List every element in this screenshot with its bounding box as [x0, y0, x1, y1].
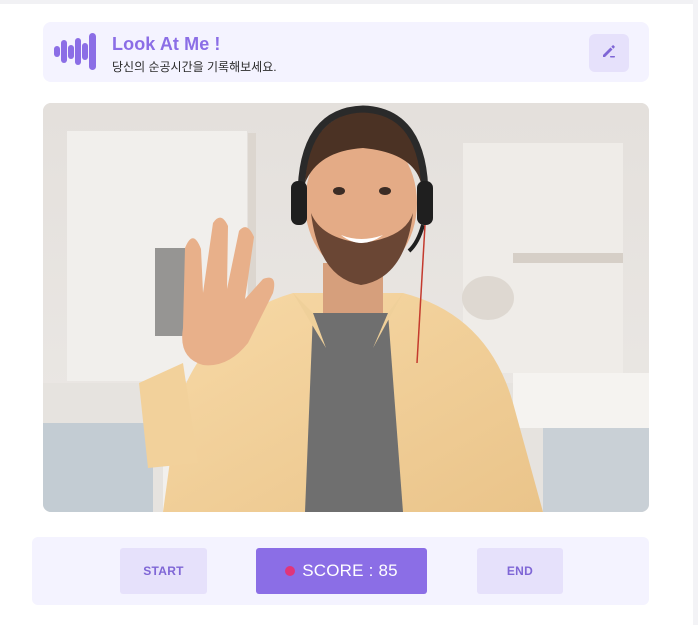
end-button[interactable]: END	[477, 548, 563, 594]
score-display: SCORE : 85	[256, 548, 427, 594]
start-button[interactable]: START	[120, 548, 207, 594]
app-title: Look At Me !	[112, 34, 221, 54]
sound-wave-logo-icon	[54, 33, 98, 70]
app-subtitle: 당신의 순공시간을 기록해보세요.	[112, 60, 277, 74]
controls-bar: START SCORE : 85 END	[32, 537, 649, 605]
score-label: SCORE : 85	[302, 561, 398, 580]
recording-dot-icon	[285, 566, 296, 576]
edit-button[interactable]	[589, 34, 629, 72]
page-scrollbar-track	[693, 0, 698, 625]
page-top-strip	[0, 0, 698, 4]
pencil-edit-icon	[601, 43, 617, 64]
app-header: Look At Me ! 당신의 순공시간을 기록해보세요.	[43, 22, 649, 82]
webcam-video-feed	[43, 103, 649, 512]
